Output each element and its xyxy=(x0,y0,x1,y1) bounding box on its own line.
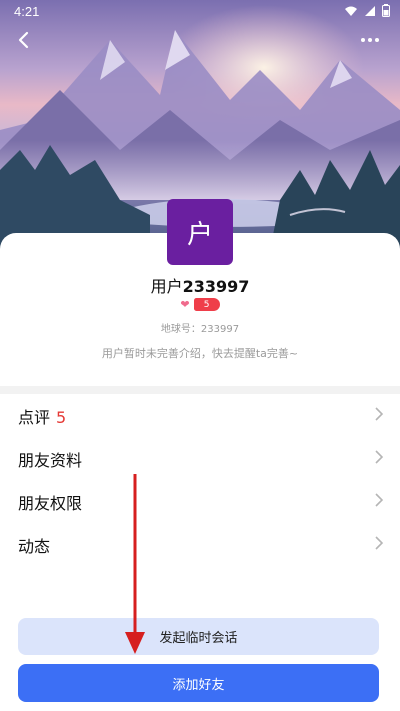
profile-menu: 点评 5 朋友资料 朋友权限 动态 xyxy=(0,394,400,566)
reviews-count: 5 xyxy=(56,407,67,427)
back-button[interactable] xyxy=(12,28,36,52)
section-divider xyxy=(0,386,400,394)
avatar[interactable]: 户 xyxy=(167,199,233,265)
status-bar: 4:21 xyxy=(0,0,400,24)
more-dots-icon xyxy=(361,38,379,42)
status-time: 4:21 xyxy=(14,4,40,19)
menu-item-friend-profile[interactable]: 朋友资料 xyxy=(0,437,400,480)
start-temp-chat-button[interactable]: 发起临时会话 xyxy=(18,618,379,655)
chevron-right-icon xyxy=(374,406,384,425)
reviews-label: 点评 xyxy=(18,407,51,427)
more-button[interactable] xyxy=(358,28,382,52)
heart-icon: ❤ xyxy=(180,298,190,311)
level-row: ❤ 5 xyxy=(0,298,400,311)
chevron-right-icon xyxy=(374,449,384,468)
menu-item-reviews[interactable]: 点评 5 xyxy=(0,394,400,437)
username: 用户233997 xyxy=(0,273,400,297)
username-prefix: 用户 xyxy=(150,277,183,296)
menu-item-label: 朋友权限 xyxy=(18,493,83,513)
chevron-right-icon xyxy=(374,492,384,511)
chevron-right-icon xyxy=(374,535,384,554)
earth-id: 地球号：233997 xyxy=(160,324,240,335)
wifi-icon xyxy=(345,6,357,16)
chevron-left-icon xyxy=(18,31,29,49)
menu-item-label: 动态 xyxy=(18,536,51,556)
battery-icon xyxy=(382,4,390,17)
profile-intro: 用户暂时未完善介绍，快去提醒ta完善~ xyxy=(101,347,299,360)
menu-item-label: 朋友资料 xyxy=(18,450,83,470)
avatar-initial: 户 xyxy=(186,219,213,250)
signal-icon xyxy=(365,5,375,16)
annotation-arrow-icon xyxy=(125,474,145,654)
add-friend-button[interactable]: 添加好友 xyxy=(18,664,379,702)
level-badge: 5 xyxy=(193,298,220,311)
menu-item-moments[interactable]: 动态 xyxy=(0,523,400,566)
status-icons xyxy=(344,4,390,17)
menu-item-friend-permissions[interactable]: 朋友权限 xyxy=(0,480,400,523)
menu-item-label: 点评 5 xyxy=(18,404,66,428)
username-number: 233997 xyxy=(182,277,250,296)
